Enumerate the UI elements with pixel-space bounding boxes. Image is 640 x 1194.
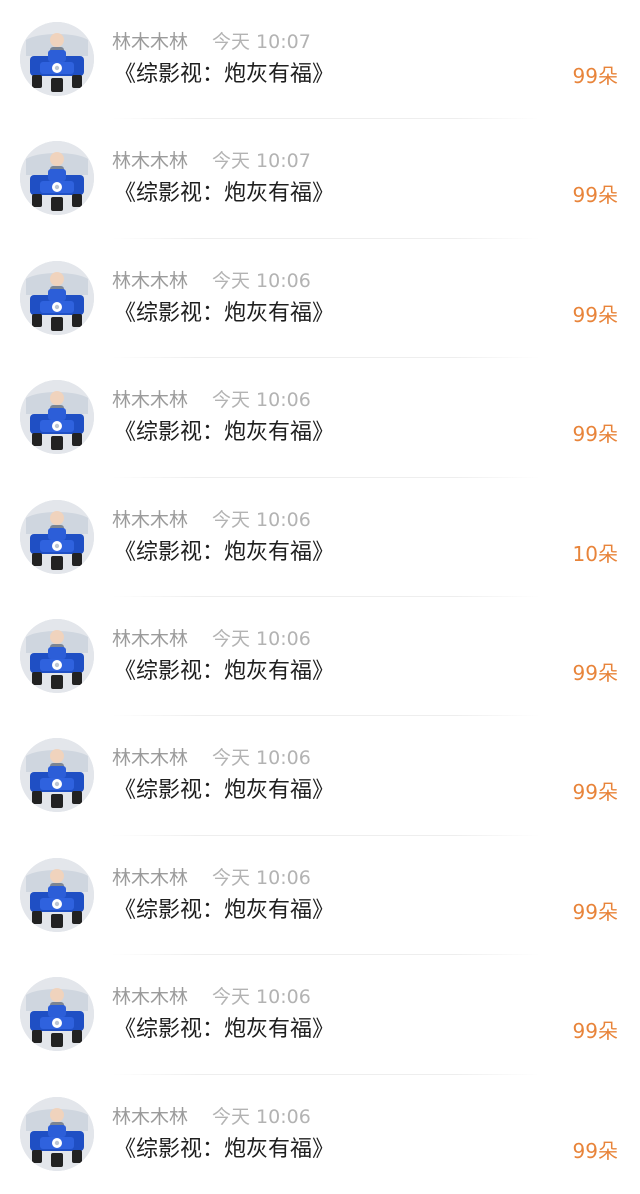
sender-name: 林木木林 (112, 508, 189, 531)
sender-name: 林木木林 (112, 269, 189, 292)
timestamp: 今天 10:06 (212, 986, 311, 1009)
book-title: 《综影视：炮灰有福》 (114, 658, 335, 684)
list-item[interactable]: 林木木林 今天 10:06 《综影视：炮灰有福》 99朵 (0, 836, 640, 956)
avatar[interactable] (20, 380, 94, 455)
avatar[interactable] (20, 22, 94, 96)
sender-name: 林木木林 (112, 150, 189, 173)
sender-name: 林木木林 (112, 866, 189, 889)
list-item[interactable]: 林木木林 今天 10:07 《综影视：炮灰有福》 99朵 (0, 119, 640, 239)
flower-count: 99朵 (572, 64, 618, 88)
list-item[interactable]: 林木木林 今天 10:06 《综影视：炮灰有福》 99朵 (0, 358, 640, 478)
book-title: 《综影视：炮灰有福》 (114, 300, 335, 326)
sender-name: 林木木林 (112, 389, 189, 412)
list-item[interactable]: 林木木林 今天 10:06 《综影视：炮灰有福》 99朵 (0, 1075, 640, 1194)
book-title: 《综影视：炮灰有福》 (114, 778, 335, 804)
avatar[interactable] (20, 738, 94, 813)
list-item[interactable]: 林木木林 今天 10:06 《综影视：炮灰有福》 99朵 (0, 597, 640, 717)
timestamp: 今天 10:06 (212, 269, 311, 292)
sender-name: 林木木林 (112, 627, 189, 650)
avatar[interactable] (20, 260, 94, 335)
book-title: 《综影视：炮灰有福》 (114, 181, 335, 207)
timestamp: 今天 10:06 (212, 866, 311, 889)
book-title: 《综影视：炮灰有福》 (114, 897, 335, 923)
timestamp: 今天 10:06 (212, 627, 311, 650)
sender-name: 林木木林 (112, 1105, 189, 1128)
message-list: 林木木林 今天 10:07 《综影视：炮灰有福》 99朵 林木木林 今天 10:… (0, 0, 640, 1194)
avatar[interactable] (20, 618, 94, 693)
flower-count: 99朵 (572, 780, 618, 805)
book-title: 《综影视：炮灰有福》 (114, 420, 335, 446)
avatar[interactable] (20, 499, 94, 574)
book-title: 《综影视：炮灰有福》 (114, 1017, 335, 1043)
flower-count: 99朵 (572, 422, 618, 447)
timestamp: 今天 10:07 (212, 150, 311, 173)
flower-count: 99朵 (572, 302, 618, 327)
sender-name: 林木木林 (112, 747, 189, 770)
flower-count: 99朵 (572, 1138, 618, 1163)
timestamp: 今天 10:06 (212, 747, 311, 770)
list-item[interactable]: 林木木林 今天 10:07 《综影视：炮灰有福》 99朵 (0, 0, 640, 120)
timestamp: 今天 10:07 (212, 31, 311, 53)
book-title: 《综影视：炮灰有福》 (114, 539, 335, 565)
sender-name: 林木木林 (112, 31, 189, 53)
flower-count: 10朵 (572, 541, 618, 566)
timestamp: 今天 10:06 (212, 389, 311, 412)
flower-count: 99朵 (572, 899, 618, 924)
timestamp: 今天 10:06 (212, 1105, 311, 1128)
book-title: 《综影视：炮灰有福》 (114, 1136, 335, 1162)
list-item[interactable]: 林木木林 今天 10:06 《综影视：炮灰有福》 99朵 (0, 716, 640, 836)
avatar[interactable] (20, 1096, 94, 1171)
book-title: 《综影视：炮灰有福》 (114, 62, 335, 87)
list-item[interactable]: 林木木林 今天 10:06 《综影视：炮灰有福》 10朵 (0, 478, 640, 597)
flower-count: 99朵 (572, 1019, 618, 1044)
list-item[interactable]: 林木木林 今天 10:06 《综影视：炮灰有福》 99朵 (0, 239, 640, 359)
flower-count: 99朵 (572, 183, 618, 208)
avatar[interactable] (20, 977, 94, 1052)
list-item[interactable]: 林木木林 今天 10:06 《综影视：炮灰有福》 99朵 (0, 955, 640, 1075)
flower-count: 99朵 (572, 660, 618, 685)
sender-name: 林木木林 (112, 986, 189, 1009)
avatar[interactable] (20, 857, 94, 932)
avatar[interactable] (20, 141, 94, 216)
timestamp: 今天 10:06 (212, 508, 311, 531)
